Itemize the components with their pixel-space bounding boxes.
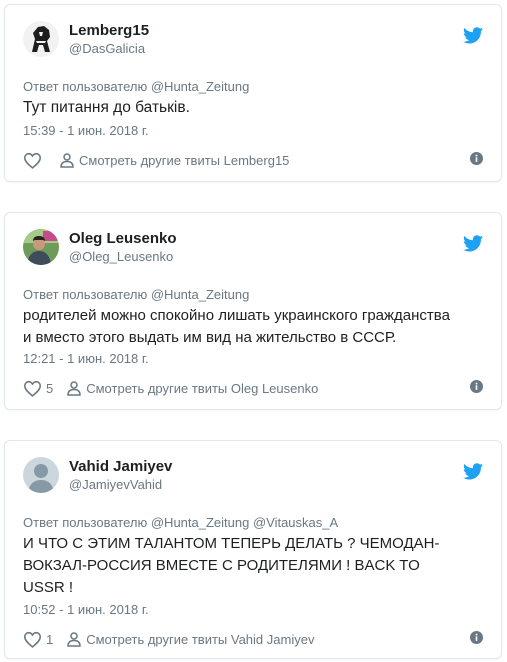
tweet-author[interactable]: Vahid Jamiyev @JamiyevVahid (23, 457, 172, 493)
user-handle[interactable]: @JamiyevVahid (69, 476, 172, 493)
tweet-card: Vahid Jamiyev @JamiyevVahid Ответ пользо… (4, 440, 502, 659)
tweet-timestamp[interactable]: 15:39 - 1 июн. 2018 г. (23, 123, 149, 139)
display-name[interactable]: Lemberg15 (69, 22, 149, 40)
info-icon[interactable] (470, 380, 483, 393)
reply-context: Ответ пользователю @Hunta_Zeitung (23, 287, 249, 303)
heart-icon[interactable] (23, 152, 42, 169)
tweet-text: родителей можно спокойно лишать украинск… (23, 307, 450, 346)
twitter-bird-icon[interactable] (463, 235, 483, 252)
heart-icon[interactable] (23, 380, 42, 397)
tweet-actions: 5 Смотреть другие твиты Oleg Leusenko (23, 379, 485, 397)
tweet-feed: Lemberg15 @DasGalicia Ответ пользователю… (0, 0, 507, 662)
reply-context: Ответ пользователю @Hunta_Zeitung @Vitau… (23, 515, 338, 531)
person-icon (67, 380, 81, 396)
more-tweets-link[interactable]: Смотреть другие твиты Oleg Leusenko (86, 381, 318, 396)
photo-avatar-icon[interactable] (23, 229, 59, 265)
reply-mention[interactable]: @Hunta_Zeitung @Vitauskas_A (151, 515, 338, 530)
tweet-timestamp[interactable]: 12:21 - 1 июн. 2018 г. (23, 351, 149, 367)
dark-figure-avatar-icon[interactable] (23, 21, 59, 57)
tweet-timestamp[interactable]: 10:52 - 1 июн. 2018 г. (23, 602, 149, 618)
reply-mention[interactable]: @Hunta_Zeitung (151, 79, 249, 94)
tweet-author[interactable]: Lemberg15 @DasGalicia (23, 21, 149, 57)
person-icon (67, 631, 81, 647)
reply-prefix: Ответ пользователю (23, 515, 148, 530)
more-tweets-link[interactable]: Смотреть другие твиты Lemberg15 (79, 153, 289, 168)
reply-mention[interactable]: @Hunta_Zeitung (151, 287, 249, 302)
tweet-author[interactable]: Oleg Leusenko @Oleg_Leusenko (23, 229, 177, 265)
reply-context: Ответ пользователю @Hunta_Zeitung (23, 79, 249, 95)
tweet-actions: Смотреть другие твиты Lemberg15 (23, 151, 485, 169)
twitter-bird-icon[interactable] (463, 463, 483, 480)
info-icon[interactable] (470, 631, 483, 644)
user-handle[interactable]: @Oleg_Leusenko (69, 248, 177, 265)
reply-prefix: Ответ пользователю (23, 79, 148, 94)
reply-prefix: Ответ пользователю (23, 287, 148, 302)
like-count: 5 (46, 380, 54, 396)
tweet-text: Тут питання до батьків. (23, 99, 190, 116)
display-name[interactable]: Vahid Jamiyev (69, 458, 172, 476)
default-avatar-icon[interactable] (23, 457, 59, 493)
display-name[interactable]: Oleg Leusenko (69, 230, 177, 248)
tweet-card: Oleg Leusenko @Oleg_Leusenko Ответ польз… (4, 212, 502, 410)
info-icon[interactable] (470, 152, 483, 165)
tweet-actions: 1 Смотреть другие твиты Vahid Jamiyev (23, 630, 485, 648)
like-count: 1 (46, 631, 54, 647)
tweet-card: Lemberg15 @DasGalicia Ответ пользователю… (4, 4, 502, 182)
user-handle[interactable]: @DasGalicia (69, 40, 149, 57)
tweet-text: И ЧТО С ЭТИМ ТАЛАНТОМ ТЕПЕРЬ ДЕЛАТЬ ? ЧЕ… (23, 535, 440, 596)
person-icon (60, 152, 74, 168)
heart-icon[interactable] (23, 631, 42, 648)
twitter-bird-icon[interactable] (463, 27, 483, 44)
more-tweets-link[interactable]: Смотреть другие твиты Vahid Jamiyev (86, 632, 314, 647)
